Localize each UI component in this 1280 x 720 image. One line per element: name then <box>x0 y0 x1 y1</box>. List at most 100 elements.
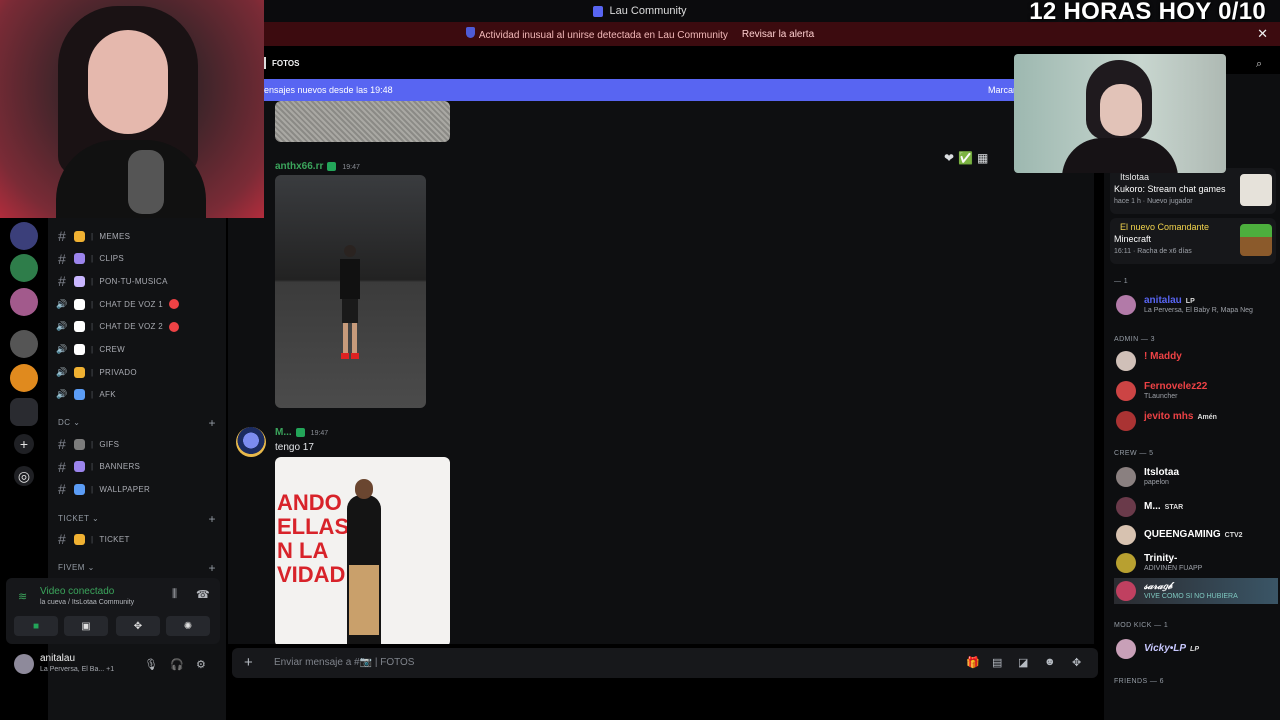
category-ticket[interactable]: TICKET ⌄ + <box>58 512 216 526</box>
emoji-icon[interactable]: ☻ <box>1044 656 1056 668</box>
member-item[interactable]: Fernovelez22 TLauncher <box>1114 378 1278 404</box>
speaker-icon: 🔊 <box>56 321 68 332</box>
member-item[interactable]: ! Maddy <box>1114 348 1278 374</box>
gear-icon[interactable]: ⚙ <box>196 658 206 671</box>
new-messages-banner[interactable]: ensajes nuevos desde las 19:48 Marcar <box>264 79 1024 101</box>
activity-card[interactable]: El nuevo Comandante Minecraft 16:11 · Ra… <box>1110 218 1276 264</box>
speaker-icon: 🔊 <box>56 344 68 354</box>
avatar <box>1116 639 1136 659</box>
activity-game: Kukoro: Stream chat games <box>1114 184 1226 194</box>
channel-label: PRIVADO <box>99 367 137 377</box>
member-item[interactable]: 𝓈𝒶𝓇𝒶𝑔𝒷 VIVE COMO SI NO HUBIERA <box>1114 578 1278 604</box>
camera-button[interactable]: ■ <box>14 616 58 636</box>
channel-label: CHAT DE VOZ 1 <box>99 299 164 309</box>
category-dc[interactable]: DC ⌄ + <box>58 416 216 430</box>
activity-card[interactable]: Itslotaa Kukoro: Stream chat games hace … <box>1110 168 1276 214</box>
channel-item[interactable]: 🔊 | CHAT DE VOZ 2 <box>56 317 216 337</box>
member-item[interactable]: Itslotaa papelon <box>1114 464 1278 490</box>
channel-item[interactable]: # | MEMES <box>56 226 216 246</box>
screen-share-button[interactable]: ▣ <box>64 616 108 636</box>
channel-item[interactable]: 🔊 | AFK <box>56 385 216 405</box>
message-author[interactable]: M... 19:47 <box>275 427 328 438</box>
avatar <box>1116 467 1136 487</box>
search-icon[interactable]: ⌕ <box>1256 58 1262 71</box>
channel-item[interactable]: # | GIFS <box>56 434 216 454</box>
avatar[interactable] <box>14 654 34 674</box>
server-icon[interactable] <box>10 222 38 250</box>
close-icon[interactable]: ✕ <box>1257 26 1268 42</box>
emoji-icon[interactable]: ▦ <box>977 151 988 165</box>
avatar <box>1116 497 1136 517</box>
message-composer[interactable]: + Enviar mensaje a #📷 | FOTOS 🎁 ▤ ◪ ☻ ✥ <box>232 648 1098 678</box>
avatar <box>1116 525 1136 545</box>
channel-item[interactable]: 🔊 | CREW <box>56 340 216 360</box>
message-reactions: ❤ ✅ ▦ <box>944 151 988 165</box>
avatar[interactable] <box>236 427 266 457</box>
channel-emoji-icon <box>74 483 85 495</box>
check-icon[interactable]: ✅ <box>958 151 973 165</box>
member-status: ADIVINEN FUAPP <box>1144 565 1203 572</box>
sticker-icon[interactable]: ◪ <box>1018 656 1028 669</box>
activities-button[interactable]: ✥ <box>116 616 160 636</box>
add-channel-icon[interactable]: + <box>208 416 216 430</box>
add-channel-icon[interactable]: + <box>208 512 216 526</box>
channel-item[interactable]: # | BANNERS <box>56 457 216 477</box>
image-attachment[interactable] <box>275 101 450 142</box>
channel-item[interactable]: # | WALLPAPER <box>56 479 216 499</box>
heart-icon[interactable]: ❤ <box>944 151 954 165</box>
message-author[interactable]: anthx66.rr 19:47 <box>275 161 360 172</box>
disconnect-icon[interactable]: ☎ <box>196 588 210 601</box>
gif-icon[interactable]: ▤ <box>992 656 1002 669</box>
channel-emoji-icon <box>74 230 85 242</box>
server-icon[interactable] <box>10 254 38 282</box>
server-icon[interactable] <box>10 330 38 358</box>
channel-item[interactable]: # | PON-TU-MUSICA <box>56 271 216 291</box>
category-fivem[interactable]: FIVEM ⌄ + <box>58 561 216 575</box>
image-attachment[interactable]: ANDO ELLAS N LA VIDAD <box>275 457 450 644</box>
microphone-icon[interactable]: 🎙 <box>144 658 158 671</box>
hash-icon: # <box>57 228 67 244</box>
headphones-icon[interactable]: 🎧 <box>170 658 184 671</box>
channel-item[interactable]: 🔊 | CHAT DE VOZ 1 <box>56 294 216 314</box>
review-alert-link[interactable]: Revisar la alerta <box>742 29 814 40</box>
member-item[interactable]: Vicky•LP LP <box>1114 636 1278 662</box>
member-group-header: ADMIN — 3 <box>1114 336 1155 343</box>
member-item[interactable]: jevito mhs Amén <box>1114 408 1278 434</box>
server-icon[interactable] <box>10 364 38 392</box>
apps-icon[interactable]: ✥ <box>1072 656 1081 669</box>
channel-emoji-icon <box>74 389 85 401</box>
gift-icon[interactable]: 🎁 <box>966 656 980 669</box>
member-item[interactable]: M... STAR <box>1114 494 1278 520</box>
server-icon[interactable] <box>10 288 38 316</box>
signal-icon[interactable]: ≋ <box>18 590 32 603</box>
attach-icon[interactable]: + <box>244 654 253 671</box>
chat-header: FOTOS <box>264 52 1104 74</box>
activity-game: Minecraft <box>1114 234 1152 244</box>
member-name: jevito mhs Amén <box>1144 411 1217 422</box>
member-item[interactable]: anitalau LP La Perversa, El Baby R, Mapa … <box>1114 292 1278 318</box>
explore-icon[interactable]: ◎ <box>14 466 34 486</box>
image-attachment[interactable] <box>275 175 426 408</box>
category-label: FIVEM <box>58 563 85 572</box>
member-item[interactable]: QUEENGAMING CTV2 <box>1114 522 1278 548</box>
member-name: 𝓈𝒶𝓇𝒶𝑔𝒷 <box>1144 581 1172 592</box>
member-item[interactable]: Trinity- ADIVINEN FUAPP <box>1114 550 1278 576</box>
avatar <box>1116 295 1136 315</box>
voice-location[interactable]: la cueva / ItsLotaa Community <box>40 599 134 606</box>
avatar <box>1116 351 1136 371</box>
username[interactable]: anitalau <box>40 653 75 664</box>
message-input[interactable]: Enviar mensaje a #📷 | FOTOS <box>274 657 414 668</box>
discover-server-icon[interactable] <box>10 398 38 426</box>
hash-icon: # <box>57 273 67 290</box>
add-channel-icon[interactable]: + <box>208 561 216 575</box>
speaker-icon: 🔊 <box>56 366 68 377</box>
channel-emoji-icon <box>74 275 85 287</box>
soundboard-button[interactable]: ✺ <box>166 616 210 636</box>
channel-item[interactable]: # | CLIPS <box>56 249 216 269</box>
channel-label: MEMES <box>99 231 131 241</box>
channel-ticket[interactable]: # | TICKET <box>56 529 216 549</box>
mark-read-button[interactable]: Marcar <box>988 85 1016 95</box>
noise-suppression-icon[interactable]: ⫼ <box>172 588 177 601</box>
channel-item[interactable]: 🔊 | PRIVADO <box>56 362 216 382</box>
add-server-icon[interactable]: + <box>14 434 34 454</box>
